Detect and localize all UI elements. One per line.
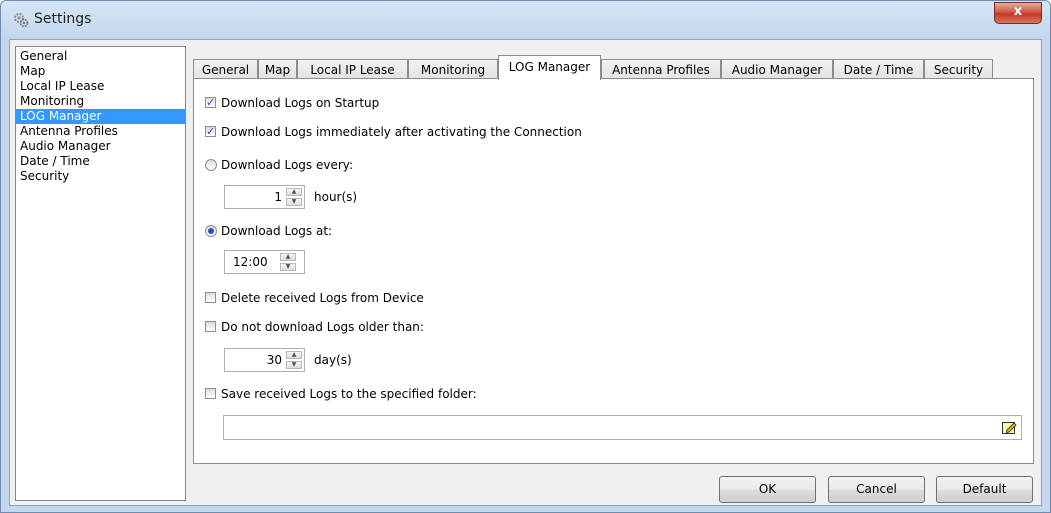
cancel-button[interactable]: Cancel — [828, 476, 925, 503]
tab-antenna-profiles[interactable]: Antenna Profiles — [601, 59, 721, 79]
save-to-folder-label[interactable]: Save received Logs to the specified fold… — [221, 386, 477, 402]
sidebar-item-local-ip-lease[interactable]: Local IP Lease — [16, 79, 185, 94]
download-on-startup-checkbox[interactable] — [205, 95, 216, 111]
close-button[interactable]: x — [994, 2, 1042, 24]
browse-folder-icon[interactable] — [1001, 419, 1017, 435]
spin-up-icon[interactable]: ▲ — [280, 253, 296, 261]
tab-log-manager[interactable]: LOG Manager — [498, 55, 601, 80]
max-age-unit: day(s) — [314, 353, 352, 367]
client-area: General Map Local IP Lease Monitoring LO… — [9, 39, 1042, 506]
tab-general[interactable]: General — [193, 59, 258, 79]
download-after-connect-checkbox[interactable] — [205, 124, 216, 140]
download-every-label[interactable]: Download Logs every: — [221, 157, 353, 173]
tab-monitoring[interactable]: Monitoring — [408, 59, 498, 79]
window-title: Settings — [34, 11, 92, 27]
title-bar[interactable]: Settings x — [1, 1, 1050, 39]
delete-received-label[interactable]: Delete received Logs from Device — [221, 290, 424, 306]
sidebar-item-security[interactable]: Security — [16, 169, 185, 184]
tab-security[interactable]: Security — [924, 59, 993, 79]
delete-received-checkbox[interactable] — [205, 292, 216, 303]
sidebar-item-monitoring[interactable]: Monitoring — [16, 94, 185, 109]
spin-up-icon[interactable]: ▲ — [286, 351, 302, 359]
not-older-than-label[interactable]: Do not download Logs older than: — [221, 319, 424, 335]
max-age-arrows[interactable]: ▲ ▼ — [286, 351, 302, 369]
default-button[interactable]: Default — [936, 476, 1033, 503]
folder-path-field[interactable] — [223, 415, 1022, 440]
download-time-value[interactable]: 12:00 — [233, 255, 268, 269]
spin-down-icon[interactable]: ▼ — [280, 263, 296, 271]
download-at-label[interactable]: Download Logs at: — [221, 223, 332, 239]
download-interval-unit: hour(s) — [314, 190, 358, 204]
settings-category-list[interactable]: General Map Local IP Lease Monitoring LO… — [15, 46, 186, 501]
tab-audio-manager[interactable]: Audio Manager — [721, 59, 833, 79]
max-age-spinner[interactable]: 30 ▲ ▼ — [224, 348, 305, 372]
spin-down-icon[interactable]: ▼ — [286, 361, 302, 369]
download-on-startup-label[interactable]: Download Logs on Startup — [221, 95, 379, 111]
spin-down-icon[interactable]: ▼ — [286, 198, 302, 206]
sidebar-item-general[interactable]: General — [16, 49, 185, 64]
tab-map[interactable]: Map — [258, 59, 297, 79]
download-time-picker[interactable]: 12:00 ▲ ▼ — [224, 250, 305, 274]
tab-local-ip-lease[interactable]: Local IP Lease — [297, 59, 408, 79]
download-interval-spinner[interactable]: 1 ▲ ▼ — [224, 185, 305, 209]
settings-window: Settings x General Map Local IP Lease Mo… — [0, 0, 1051, 513]
close-icon: x — [1013, 4, 1023, 19]
download-every-radio[interactable] — [205, 159, 217, 171]
sidebar-item-log-manager[interactable]: LOG Manager — [16, 109, 185, 124]
max-age-value[interactable]: 30 — [267, 353, 282, 367]
sidebar-item-audio-manager[interactable]: Audio Manager — [16, 139, 185, 154]
download-after-connect-label[interactable]: Download Logs immediately after activati… — [221, 124, 582, 140]
download-interval-arrows[interactable]: ▲ ▼ — [286, 188, 302, 206]
sidebar-item-antenna-profiles[interactable]: Antenna Profiles — [16, 124, 185, 139]
log-manager-panel: Download Logs on Startup Download Logs i… — [193, 78, 1034, 464]
tab-date-time[interactable]: Date / Time — [833, 59, 924, 79]
download-at-radio[interactable] — [205, 225, 217, 237]
sidebar-item-map[interactable]: Map — [16, 64, 185, 79]
not-older-than-checkbox[interactable] — [205, 321, 216, 332]
ok-button[interactable]: OK — [719, 476, 816, 503]
save-to-folder-checkbox[interactable] — [205, 388, 216, 399]
settings-gears-icon — [14, 13, 29, 28]
download-time-arrows[interactable]: ▲ ▼ — [280, 253, 296, 271]
download-interval-value[interactable]: 1 — [274, 190, 282, 204]
sidebar-item-date-time[interactable]: Date / Time — [16, 154, 185, 169]
spin-up-icon[interactable]: ▲ — [286, 188, 302, 196]
